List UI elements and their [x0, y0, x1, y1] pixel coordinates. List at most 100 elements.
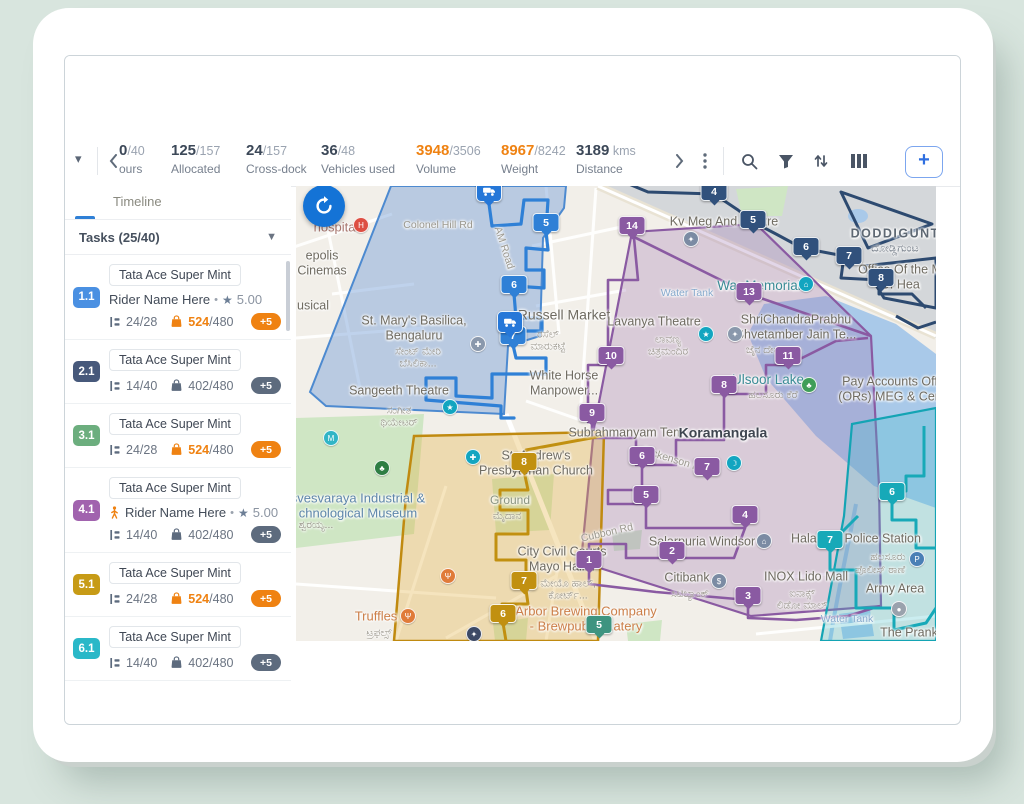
map-label: usical	[297, 299, 329, 314]
task-card-2.1[interactable]: 2.1 Tata Ace Super Mint 14/40402/480+5	[65, 340, 291, 404]
tasks-collapse-caret-icon[interactable]: ▼	[266, 231, 277, 243]
vehicle-chip[interactable]: Tata Ace Super Mint	[109, 349, 241, 371]
route-stop-marker-blue-5[interactable]: 5	[533, 213, 560, 232]
map-label: Army Area	[866, 582, 924, 597]
stops-count: 14/40	[126, 656, 157, 670]
route-stop-marker-purple-1[interactable]: 1	[576, 550, 603, 569]
map-label: Colonel Hill Rd	[403, 219, 472, 231]
map-label: Russell Market	[518, 307, 611, 324]
park-leaf-icon: ♣	[374, 460, 390, 476]
divider	[723, 147, 724, 175]
map-label: ಹಲಸೂರು	[870, 551, 905, 563]
route-stop-marker-teal-7[interactable]: 7	[817, 530, 844, 549]
filter-icon[interactable]	[774, 149, 798, 173]
route-stop-marker-purple-5[interactable]: 5	[633, 485, 660, 504]
war-memorial-icon: ⌂	[798, 276, 814, 292]
map-label: ಹಲಸೂರು ಕೆರೆ	[748, 389, 797, 401]
map-label: ಪೊಲೀಸ್ ಠಾಣೆ	[855, 564, 905, 576]
task-card-4.1[interactable]: 4.1Tata Ace Super MintRider Name Here•★5…	[65, 468, 291, 553]
route-stop-marker-purple-2[interactable]: 2	[659, 541, 686, 560]
map-label: Lavanya Theatre	[607, 315, 701, 330]
stat-weight: 8967/8242Weight	[501, 142, 566, 176]
tasks-header[interactable]: Tasks (25/40) ▼	[65, 220, 291, 255]
route-stop-marker-blue-6[interactable]: 6	[501, 275, 528, 294]
map-label: Sangeeth Theatre	[349, 384, 449, 399]
route-stop-marker-purple-11[interactable]: 11	[775, 346, 802, 365]
rating-star-icon: ★	[238, 506, 249, 520]
map-canvas[interactable]: hospitalepolisCinemasusicalColonel Hill …	[296, 186, 936, 641]
route-stop-marker-gold-6[interactable]: 6	[490, 604, 517, 623]
route-stop-marker-purple-13[interactable]: 13	[736, 282, 763, 301]
map-label: epolisCinemas	[297, 248, 346, 278]
stat-cross-dock: 24/157Cross-dock	[246, 142, 307, 176]
stops-count: 14/40	[126, 528, 157, 542]
poi-icon: ✦	[466, 626, 482, 641]
vehicle-truck-marker[interactable]	[476, 186, 502, 202]
route-stop-marker-gold-7[interactable]: 7	[511, 571, 538, 590]
chevron-right-icon[interactable]	[669, 150, 689, 172]
mosque-icon: ☽	[726, 455, 742, 471]
map-label: ಮೇಯೊ ಹಾಲ್,ಕೋರ್ಟ್...	[540, 578, 596, 603]
task-card-6.1[interactable]: 6.1Tata Ace Super Mint14/40402/480+5	[65, 617, 291, 681]
route-stop-marker-navy-8[interactable]: 8	[868, 268, 895, 287]
stat-vehicles-used: 36/48Vehicles used	[321, 142, 395, 176]
stops-icon	[109, 529, 121, 541]
tour-badge: 2.1	[73, 361, 100, 382]
route-stop-marker-purple-3[interactable]: 3	[735, 586, 762, 605]
task-metrics: 14/40402/480+5	[109, 377, 281, 394]
task-metrics: 24/28524/480+5	[109, 590, 281, 607]
dot-separator: •	[214, 294, 218, 306]
route-stop-marker-purple-10[interactable]: 10	[598, 346, 625, 365]
task-list: 1.1Tata Ace Super MintRider Name Here•★5…	[65, 255, 291, 681]
route-stop-marker-teal-6[interactable]: 6	[879, 482, 906, 501]
extra-count-badge: +5	[251, 590, 281, 607]
salarpuria-building-icon: ⌂	[756, 533, 772, 549]
task-card-1.1[interactable]: 1.1Tata Ace Super MintRider Name Here•★5…	[65, 255, 291, 340]
sidebar: Timeline Tasks (25/40) ▼ 1.1Tata Ace Sup…	[65, 186, 291, 724]
map-label: ಮೈದಾನ	[493, 510, 522, 522]
route-stop-marker-navy-6[interactable]: 6	[793, 237, 820, 256]
load-bag-icon	[170, 528, 183, 541]
app-header	[65, 56, 960, 136]
map-refresh-button[interactable]	[303, 186, 345, 227]
route-stop-marker-navy-4[interactable]: 4	[701, 186, 728, 201]
map-label: ಶ್ವರಯ್ಯ...	[299, 519, 334, 531]
vehicle-chip[interactable]: Tata Ace Super Mint	[109, 477, 241, 499]
sidebar-tabs: Timeline	[65, 186, 291, 220]
task-card-3.1[interactable]: 3.1Tata Ace Super Mint24/28524/480+5	[65, 404, 291, 468]
vehicle-chip[interactable]: Tata Ace Super Mint	[109, 264, 241, 286]
vehicle-chip[interactable]: Tata Ace Super Mint	[109, 413, 241, 435]
route-stop-marker-purple-9[interactable]: 9	[579, 403, 606, 422]
route-stop-marker-purple-14[interactable]: 14	[619, 216, 646, 235]
route-stop-marker-purple-6[interactable]: 6	[629, 446, 656, 465]
restaurant-icon: Ψ	[440, 568, 456, 584]
map-label: svesvaraya Industrial &chnological Museu…	[296, 491, 425, 522]
route-stop-marker-navy-5[interactable]: 5	[740, 210, 767, 229]
route-stop-marker-navy-7[interactable]: 7	[836, 246, 863, 265]
add-button[interactable]: +	[905, 146, 943, 178]
route-stop-marker-purple-4[interactable]: 4	[732, 505, 759, 524]
route-stop-marker-purple-8[interactable]: 8	[711, 375, 738, 394]
stats-bar: ▾ 0/40ours125/157Allocated24/157Cross-do…	[65, 136, 960, 187]
route-stop-marker-gold-8[interactable]: 8	[511, 452, 538, 471]
tablet-frame: ▾ 0/40ours125/157Allocated24/157Cross-do…	[33, 8, 993, 762]
vehicle-chip[interactable]: Tata Ace Super Mint	[109, 562, 241, 584]
tab-timeline[interactable]: Timeline	[113, 194, 162, 209]
map-overlay: hospitalepolisCinemasusicalColonel Hill …	[296, 186, 936, 641]
sidebar-scrollbar[interactable]	[286, 261, 290, 331]
task-metrics: 14/40402/480+5	[109, 526, 281, 543]
kebab-menu-icon[interactable]	[693, 149, 717, 173]
columns-icon[interactable]	[847, 149, 871, 173]
load-bag-icon	[170, 379, 183, 392]
load-bag-icon	[170, 656, 183, 669]
map-label: Halasuru Police Station	[791, 532, 921, 547]
task-card-5.1[interactable]: 5.1Tata Ace Super Mint24/28524/480+5	[65, 553, 291, 617]
search-icon[interactable]	[737, 149, 761, 173]
page-background: ▾ 0/40ours125/157Allocated24/157Cross-do…	[0, 0, 1024, 804]
vehicle-chip[interactable]: Tata Ace Super Mint	[109, 626, 241, 648]
route-stop-marker-green-5[interactable]: 5	[586, 615, 613, 634]
route-stop-marker-purple-7[interactable]: 7	[694, 457, 721, 476]
sort-icon[interactable]	[809, 149, 833, 173]
truffles-restaurant-icon: Ψ	[400, 608, 416, 624]
vehicle-truck-marker[interactable]	[497, 311, 523, 333]
